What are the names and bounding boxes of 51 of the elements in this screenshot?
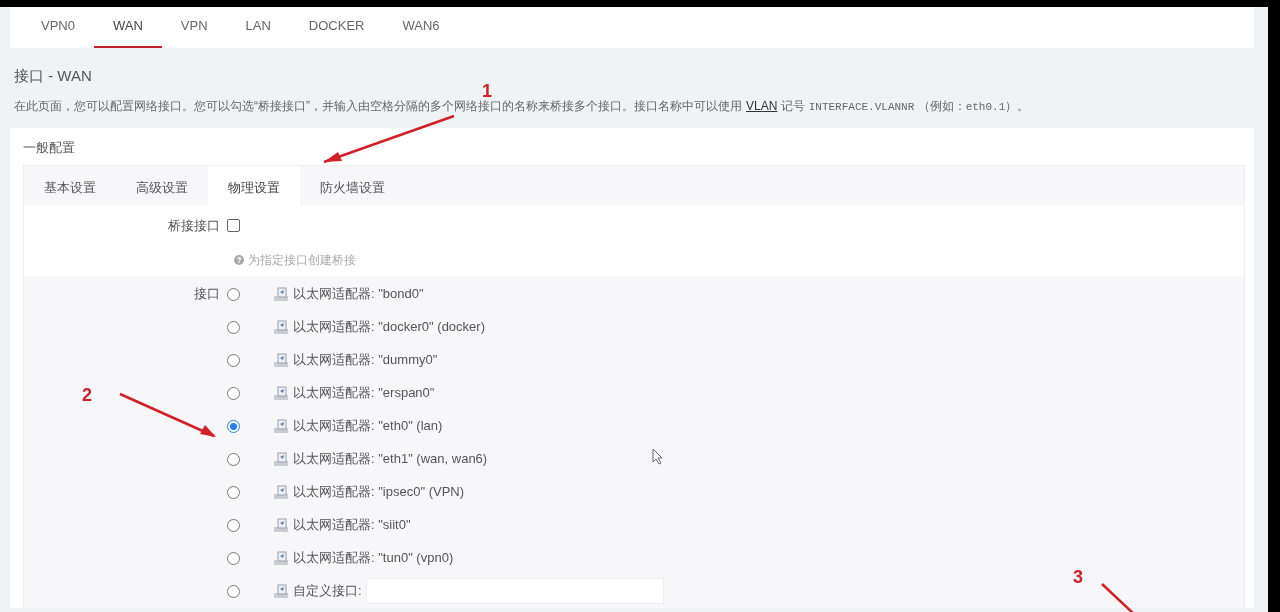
interface-tab[interactable]: DOCKER <box>289 7 384 48</box>
annotation-number: 2 <box>82 384 92 407</box>
help-icon <box>234 254 244 265</box>
mouse-cursor-icon <box>652 448 664 465</box>
interface-tab[interactable]: WAN <box>93 7 162 48</box>
interface-option-label: 以太网适配器: "dummy0" <box>293 351 438 370</box>
page-title: 接口 - WAN <box>14 66 93 86</box>
interface-tab[interactable]: VPN <box>161 7 227 48</box>
interface-radio[interactable] <box>227 452 240 466</box>
vlan-link[interactable]: VLAN <box>746 98 778 113</box>
interface-option-label: 以太网适配器: "tun0" (vpn0) <box>293 549 454 568</box>
bridge-checkbox[interactable] <box>227 219 240 232</box>
network-adapter-icon <box>273 550 289 566</box>
settings-tab[interactable]: 高级设置 <box>116 165 208 206</box>
interface-radio[interactable] <box>227 320 240 334</box>
network-adapter-icon <box>273 583 289 599</box>
interface-radio[interactable] <box>227 584 240 598</box>
network-adapter-icon <box>273 484 289 500</box>
settings-tab[interactable]: 基本设置 <box>24 165 116 206</box>
interface-radio[interactable] <box>227 485 240 499</box>
interface-option-label: 以太网适配器: "eth0" (lan) <box>293 417 443 436</box>
network-adapter-icon <box>273 385 289 401</box>
interface-radio[interactable] <box>227 518 240 532</box>
interface-option-label: 以太网适配器: "ipsec0" (VPN) <box>293 483 465 502</box>
annotation-number: 3 <box>1073 566 1083 589</box>
interface-option-label: 以太网适配器: "docker0" (docker) <box>293 318 485 337</box>
interface-radio[interactable] <box>227 353 240 367</box>
interface-tab[interactable]: LAN <box>226 7 290 48</box>
section-title: 一般配置 <box>23 139 76 157</box>
interface-option-label: 以太网适配器: "eth1" (wan, wan6) <box>293 450 488 469</box>
network-adapter-icon <box>273 286 289 302</box>
interface-radio[interactable] <box>227 419 240 433</box>
network-adapter-icon <box>273 517 289 533</box>
settings-tab[interactable]: 防火墙设置 <box>300 165 405 206</box>
network-adapter-icon <box>273 352 289 368</box>
field-label: 桥接接口 <box>167 216 221 235</box>
interface-option-label: 自定义接口: <box>293 582 362 601</box>
settings-tab[interactable]: 物理设置 <box>208 165 300 206</box>
interface-radio[interactable] <box>227 551 240 565</box>
interface-radio[interactable] <box>227 386 240 400</box>
network-adapter-icon <box>273 451 289 467</box>
interface-option-label: 以太网适配器: "siit0" <box>293 516 411 535</box>
help-text: 为指定接口创建桥接 <box>248 251 356 269</box>
field-label: 接口 <box>193 285 221 304</box>
network-adapter-icon <box>273 319 289 335</box>
interface-option-label: 以太网适配器: "bond0" <box>293 285 424 304</box>
interface-tab[interactable]: WAN6 <box>383 7 459 48</box>
interface-option-label: 以太网适配器: "erspan0" <box>293 384 435 403</box>
interface-tab[interactable]: VPN0 <box>22 7 94 48</box>
interface-radio[interactable] <box>227 287 240 301</box>
network-adapter-icon <box>273 418 289 434</box>
